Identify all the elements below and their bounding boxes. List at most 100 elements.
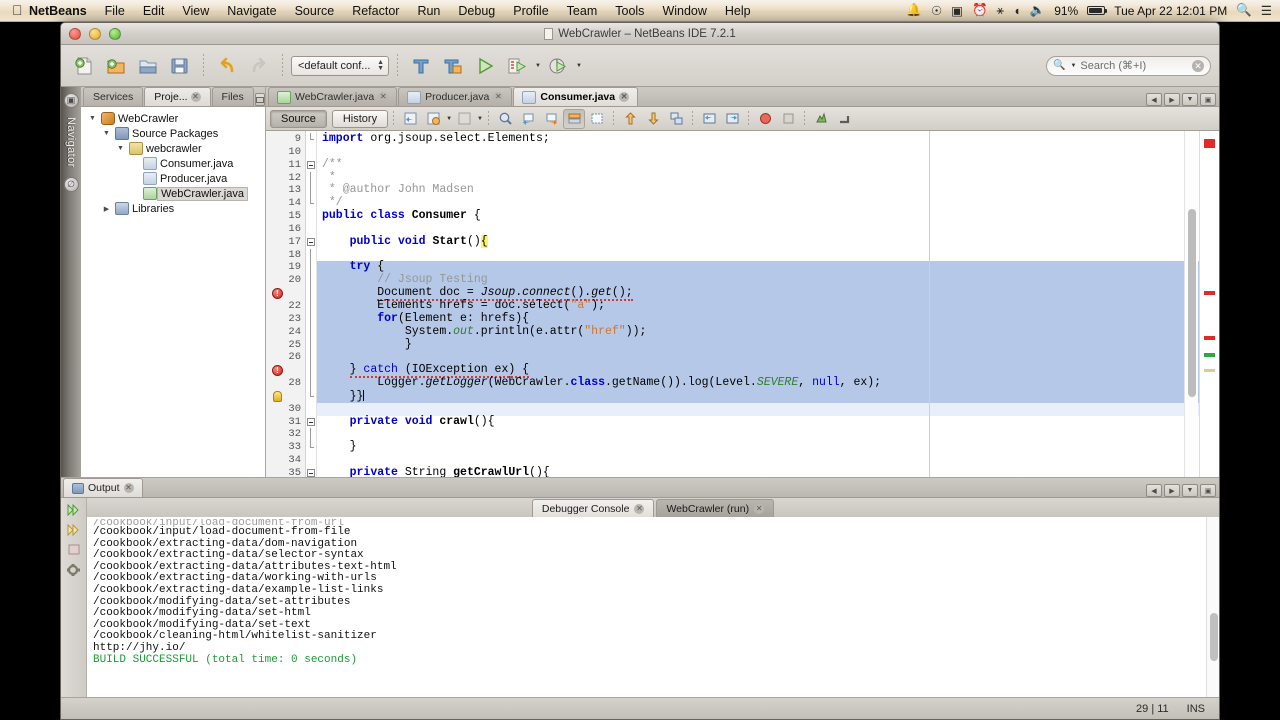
line-number[interactable] bbox=[266, 390, 305, 403]
dock-pin-icon[interactable]: ▣ bbox=[63, 93, 79, 108]
code-line[interactable]: }} bbox=[317, 389, 1199, 403]
tab-files[interactable]: Files bbox=[211, 87, 254, 106]
fold-marker[interactable] bbox=[306, 428, 316, 442]
fold-marker[interactable] bbox=[306, 197, 316, 210]
inspect-icon[interactable] bbox=[810, 109, 832, 129]
fold-marker[interactable] bbox=[306, 210, 316, 223]
fold-marker[interactable] bbox=[306, 236, 316, 249]
line-number[interactable]: 13 bbox=[266, 184, 305, 197]
rerun-alt-icon[interactable] bbox=[65, 522, 82, 537]
fold-marker[interactable] bbox=[306, 287, 316, 300]
bluetooth-icon[interactable]: ⚹ bbox=[997, 3, 1005, 18]
subtab-webcrawler-run[interactable]: WebCrawler (run) ✕ bbox=[656, 499, 775, 517]
line-number[interactable]: 15 bbox=[266, 210, 305, 223]
tree-item[interactable]: Producer.java bbox=[81, 171, 265, 186]
tab-projects[interactable]: Proje... ✕ bbox=[144, 87, 211, 106]
toggle-highlight-icon[interactable] bbox=[586, 109, 608, 129]
close-icon[interactable]: ✕ bbox=[190, 92, 201, 102]
shift-left-icon[interactable] bbox=[619, 109, 641, 129]
editor-tab-consumer[interactable]: Consumer.java ✕ bbox=[513, 87, 639, 106]
output-list-button[interactable]: ▼ bbox=[1182, 484, 1198, 497]
scroll-tabs-left-button[interactable]: ◀ bbox=[1146, 93, 1162, 106]
menu-netbeans[interactable]: NetBeans bbox=[20, 1, 96, 21]
minimize-pane-button[interactable] bbox=[254, 93, 265, 106]
line-number[interactable] bbox=[266, 287, 305, 301]
close-icon[interactable]: ✕ bbox=[634, 503, 645, 514]
tab-output[interactable]: Output ✕ bbox=[63, 478, 143, 497]
close-icon[interactable]: ✕ bbox=[754, 503, 765, 514]
line-number[interactable]: 25 bbox=[266, 339, 305, 352]
window-title-bar[interactable]: WebCrawler – NetBeans IDE 7.2.1 bbox=[61, 23, 1219, 45]
fold-marker[interactable] bbox=[306, 133, 316, 146]
menu-help[interactable]: Help bbox=[716, 1, 760, 21]
chevron-down-icon[interactable]: ▼ bbox=[101, 130, 112, 137]
chevron-right-icon[interactable]: ▶ bbox=[101, 205, 112, 213]
tree-item[interactable]: Consumer.java bbox=[81, 156, 265, 171]
line-number[interactable]: 28 bbox=[266, 377, 305, 390]
fold-marker[interactable] bbox=[306, 248, 316, 262]
dropbox-icon[interactable]: ☉ bbox=[931, 3, 942, 18]
fold-marker[interactable] bbox=[306, 364, 316, 378]
line-number[interactable]: 22 bbox=[266, 300, 305, 313]
fold-marker[interactable] bbox=[306, 274, 316, 288]
clear-search-icon[interactable]: ✕ bbox=[1192, 59, 1204, 72]
fold-marker[interactable] bbox=[306, 403, 316, 416]
fold-marker[interactable] bbox=[306, 351, 316, 365]
tree-item[interactable]: WebCrawler.java bbox=[81, 186, 265, 201]
new-project-button[interactable] bbox=[101, 51, 131, 81]
stripe-error-1[interactable] bbox=[1204, 291, 1215, 295]
chevron-down-icon-back[interactable]: ▼ bbox=[446, 116, 452, 122]
shift-right-icon[interactable] bbox=[642, 109, 664, 129]
code-line[interactable] bbox=[317, 428, 1199, 441]
clean-build-button[interactable] bbox=[438, 51, 468, 81]
bell-icon[interactable]: 🔔 bbox=[906, 3, 922, 18]
menu-window[interactable]: Window bbox=[653, 1, 715, 21]
code-line[interactable] bbox=[317, 249, 1199, 262]
start-macro-icon[interactable] bbox=[698, 109, 720, 129]
stripe-hint[interactable] bbox=[1204, 369, 1215, 372]
tree-item[interactable]: ▼ Source Packages bbox=[81, 126, 265, 141]
fold-marker[interactable] bbox=[306, 338, 316, 352]
undo-button[interactable] bbox=[212, 51, 242, 81]
line-number[interactable]: 26 bbox=[266, 351, 305, 364]
fold-marker[interactable] bbox=[306, 171, 316, 185]
last-edit-icon[interactable] bbox=[399, 109, 421, 129]
stop-icon[interactable] bbox=[65, 542, 82, 557]
list-icon[interactable]: ☰ bbox=[1261, 3, 1272, 18]
line-number[interactable]: 17 bbox=[266, 236, 305, 249]
run-project-button[interactable] bbox=[470, 51, 500, 81]
code-line[interactable]: } bbox=[317, 440, 1199, 454]
menu-debug[interactable]: Debug bbox=[449, 1, 504, 21]
chevron-down-icon-profile[interactable]: ▼ bbox=[576, 63, 582, 69]
chevron-down-icon-forward[interactable]: ▼ bbox=[477, 116, 483, 122]
fold-collapse-icon[interactable] bbox=[307, 237, 315, 246]
line-number[interactable]: 23 bbox=[266, 313, 305, 326]
menu-tools[interactable]: Tools bbox=[606, 1, 653, 21]
line-number[interactable]: 31 bbox=[266, 416, 305, 429]
line-number[interactable]: 19 bbox=[266, 261, 305, 274]
line-number[interactable]: 20 bbox=[266, 274, 305, 287]
close-icon[interactable]: ✕ bbox=[619, 92, 630, 102]
menu-team[interactable]: Team bbox=[558, 1, 607, 21]
line-number[interactable]: 12 bbox=[266, 172, 305, 185]
code-line[interactable]: Logger.getLogger(WebCrawler.class.getNam… bbox=[317, 376, 1199, 390]
code-line[interactable]: private void crawl(){ bbox=[317, 415, 1199, 429]
error-marker-icon[interactable] bbox=[272, 365, 283, 378]
profile-project-button[interactable] bbox=[543, 51, 573, 81]
line-number[interactable] bbox=[266, 364, 305, 378]
menu-refactor[interactable]: Refactor bbox=[343, 1, 408, 21]
fold-marker[interactable] bbox=[306, 184, 316, 198]
code-line[interactable]: public void Start(){ bbox=[317, 234, 1199, 249]
code-line[interactable]: System.out.println(e.attr("href")); bbox=[317, 325, 1199, 339]
output-console[interactable]: /cookbook/input/load-document-from-url/c… bbox=[87, 517, 1219, 697]
code-line[interactable] bbox=[317, 146, 1199, 159]
subtab-debugger-console[interactable]: Debugger Console ✕ bbox=[531, 499, 655, 517]
rerun-icon[interactable] bbox=[65, 502, 82, 517]
code-line[interactable] bbox=[317, 454, 1199, 467]
navigator-tab[interactable]: Navigator bbox=[65, 117, 77, 168]
chevron-down-icon[interactable]: ▼ bbox=[87, 115, 98, 122]
line-number[interactable]: 34 bbox=[266, 454, 305, 467]
back-icon[interactable] bbox=[422, 109, 444, 129]
redo-button[interactable] bbox=[244, 51, 274, 81]
stripe-ok[interactable] bbox=[1204, 353, 1215, 357]
